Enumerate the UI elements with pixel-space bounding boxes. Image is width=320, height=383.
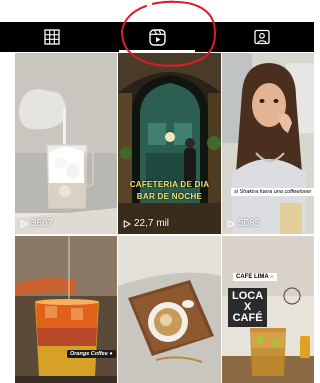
reel-tile-orange-coffee[interactable]: Orange Coffee ●: [15, 236, 117, 383]
profile-tab-bar: [0, 22, 314, 52]
grid-icon: [44, 29, 60, 45]
tab-reels[interactable]: [105, 22, 210, 52]
reel-thumbnail: [15, 236, 117, 383]
play-icon: [123, 219, 131, 228]
view-count-value: 3667: [31, 218, 54, 229]
view-count-value: 5085: [238, 218, 261, 229]
caption-text: Orange Coffee: [70, 351, 108, 357]
reel-thumbnail: [118, 236, 221, 383]
video-caption: Orange Coffee ●: [67, 350, 116, 358]
reel-thumbnail: [118, 53, 221, 234]
loca-sign: LOCA X CAFÉ: [228, 288, 268, 327]
play-icon: [20, 219, 28, 228]
tab-tagged[interactable]: [209, 22, 314, 52]
view-count: 3667: [20, 218, 53, 229]
reel-thumbnail: [15, 53, 117, 234]
view-count: 22,7 mil: [123, 218, 169, 229]
reels-icon: [148, 28, 166, 46]
reel-tile-coffee-cup[interactable]: [118, 236, 221, 383]
location-text: CAFE LIMA: [236, 274, 269, 280]
sign-line3: CAFÉ: [232, 312, 263, 324]
reels-profile-screen: 3667 CAFETERIA DE DIA BAR DE NOCHE 22,7 …: [0, 0, 314, 383]
orange-emoji-icon: ●: [109, 351, 113, 357]
tagged-icon: [254, 29, 270, 45]
overlay-title-line2: BAR DE NOCHE: [136, 192, 203, 201]
tab-posts[interactable]: [0, 22, 105, 52]
video-caption: si Shakira fuera una coffeelover: [231, 188, 314, 196]
reel-tile-cafe-lima[interactable]: CAFE LIMA ● LOCA X CAFÉ: [222, 236, 314, 383]
reel-thumbnail: [222, 53, 314, 234]
reels-grid: 3667 CAFETERIA DE DIA BAR DE NOCHE 22,7 …: [15, 53, 314, 383]
overlay-title-line1: CAFETERIA DE DIA: [129, 180, 210, 189]
view-count-value: 22,7 mil: [134, 218, 170, 229]
reel-tile-cafe-bar[interactable]: CAFETERIA DE DIA BAR DE NOCHE 22,7 mil: [118, 53, 221, 234]
reel-tile-shakira[interactable]: si Shakira fuera una coffeelover 5085: [222, 53, 314, 234]
view-count: 5085: [227, 218, 260, 229]
location-label: CAFE LIMA ●: [233, 273, 277, 281]
lemon-emoji-icon: ●: [270, 274, 274, 280]
play-icon: [227, 219, 235, 228]
reel-tile-milk-pour[interactable]: 3667: [15, 53, 117, 234]
